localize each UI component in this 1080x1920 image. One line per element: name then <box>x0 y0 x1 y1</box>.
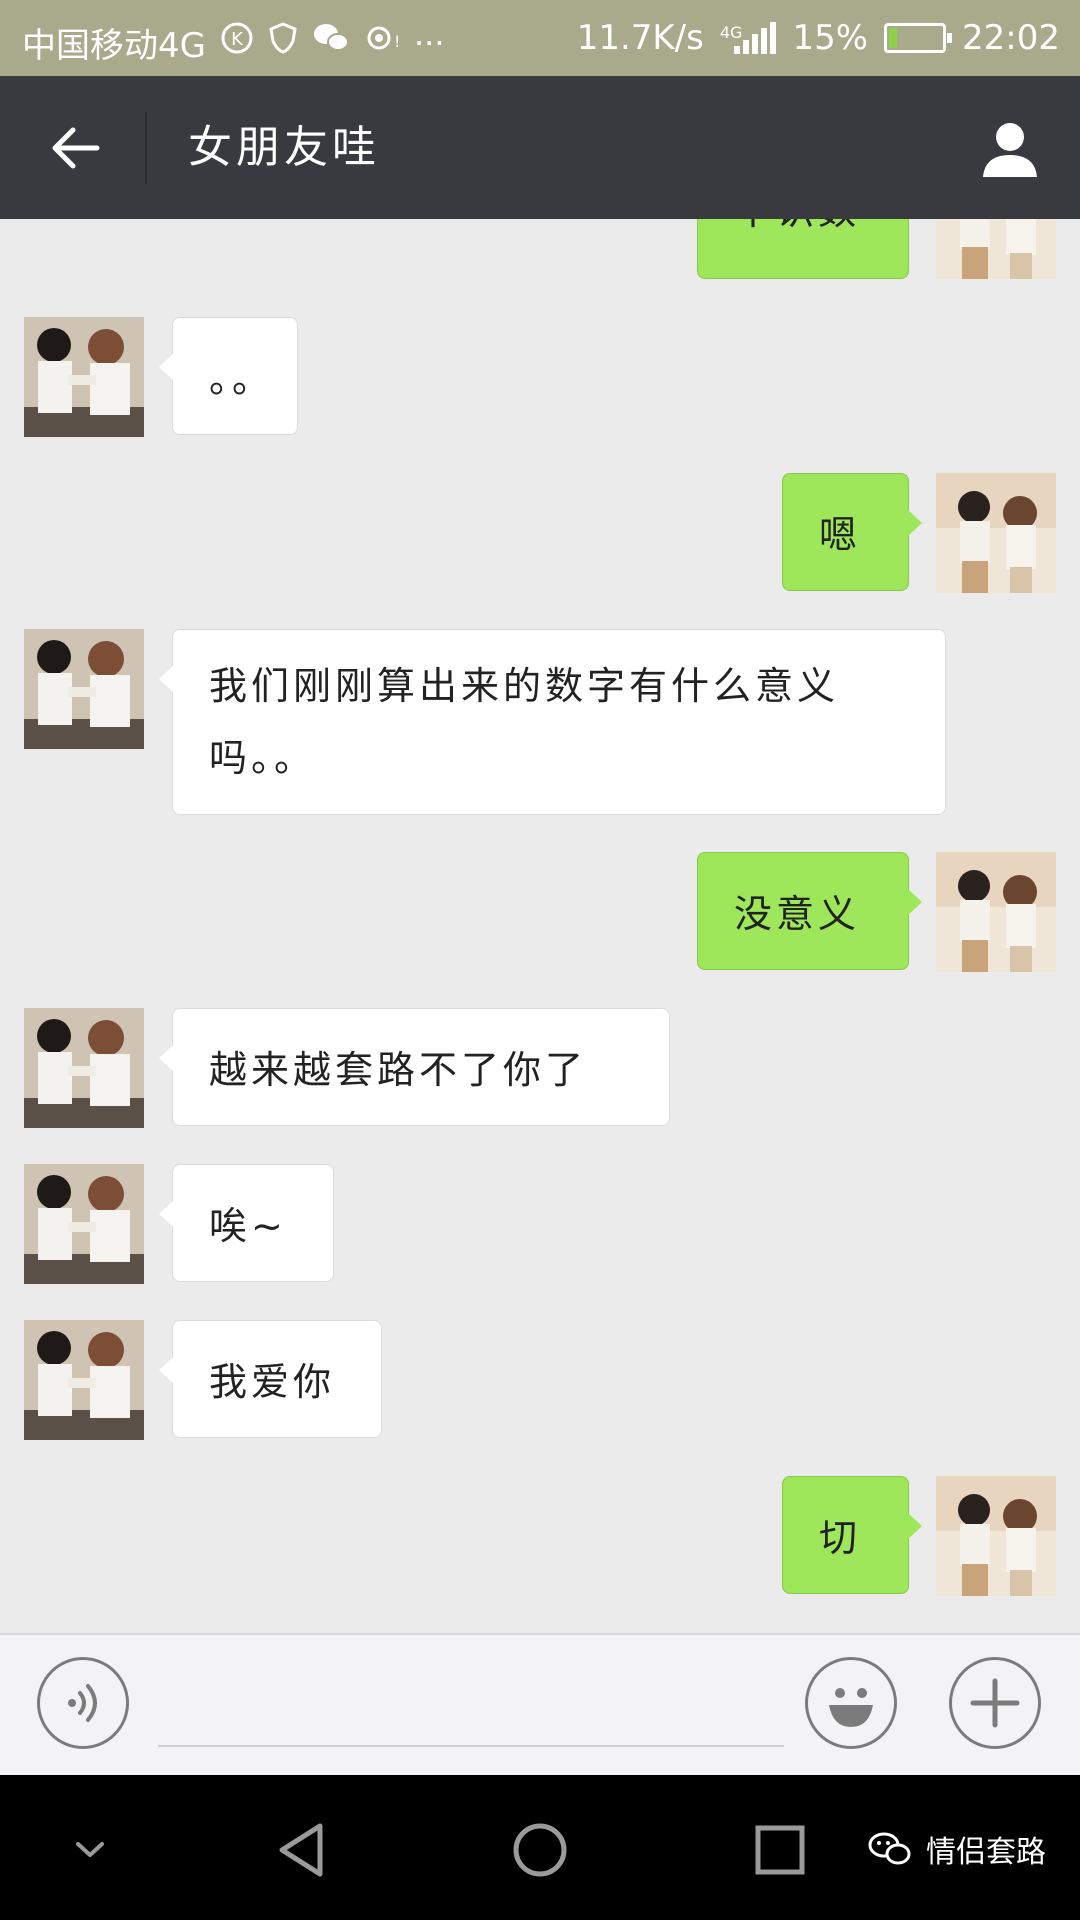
message-bubble-outgoing[interactable]: 嗯 <box>782 473 922 591</box>
message-bubble-incoming[interactable]: 。。 <box>159 317 298 435</box>
nav-home-button[interactable] <box>490 1805 590 1895</box>
chat-header: 女朋友哇 <box>0 76 1080 219</box>
avatar-me[interactable] <box>936 852 1056 972</box>
message-text: 唉~ <box>209 1204 287 1248</box>
person-icon <box>983 123 1037 177</box>
avatar-her[interactable] <box>24 1008 144 1128</box>
message-text: 我爱你 <box>209 1360 336 1404</box>
message-text: 。。 <box>209 357 275 401</box>
avatar-me[interactable] <box>936 219 1056 279</box>
watermark-text: 情侣套路 <box>926 1835 1046 1870</box>
message-input[interactable] <box>158 1665 784 1747</box>
header-divider <box>145 112 147 184</box>
message-text: 切 <box>819 1516 862 1560</box>
signal-icon: 4G <box>720 22 777 54</box>
message-bubble-outgoing[interactable]: 切 <box>782 1476 922 1594</box>
message-bubble-incoming[interactable]: 越来越套路不了你了 <box>159 1008 670 1126</box>
emoji-button[interactable] <box>805 1657 897 1749</box>
message-bubble-outgoing[interactable]: 没意义 <box>697 852 922 970</box>
voice-icon <box>68 1684 97 1722</box>
plus-icon <box>970 1678 1020 1728</box>
chat-title: 女朋友哇 <box>188 122 380 173</box>
chat-area[interactable]: 不识数 。。 嗯 我们刚刚算出来的数字有什么意义吗。。 没意义 越来越套路不了你… <box>0 219 1080 1633</box>
watermark: 情侣套路 <box>868 1827 1046 1871</box>
arrow-left-icon <box>52 127 100 169</box>
message-bubble-incoming[interactable]: 唉~ <box>159 1164 334 1282</box>
voice-button[interactable] <box>37 1657 129 1749</box>
message-text: 不识数 <box>734 219 860 233</box>
message-bubble-outgoing[interactable]: 不识数 <box>697 219 909 279</box>
nav-back-button[interactable] <box>252 1805 352 1895</box>
network-type: 4G <box>719 23 743 42</box>
input-bar <box>0 1633 1080 1777</box>
battery-charging-icon <box>884 23 953 53</box>
shield-icon <box>268 21 298 64</box>
network-speed: 11.7K/s <box>576 18 704 58</box>
avatar-her[interactable] <box>24 1164 144 1284</box>
hide-keyboard-button[interactable] <box>40 1805 140 1895</box>
wechat-icon <box>312 22 350 63</box>
avatar-me[interactable] <box>936 473 1056 593</box>
home-circle-icon <box>513 1823 567 1877</box>
system-nav-bar: 情侣套路 <box>0 1775 1080 1920</box>
profile-button[interactable] <box>970 112 1050 184</box>
clock: 22:02 <box>962 18 1060 58</box>
smiley-icon <box>829 1688 873 1727</box>
hotspot-icon: ! <box>364 21 400 64</box>
avatar-her[interactable] <box>24 317 144 437</box>
battery-percent: 15% <box>792 18 869 58</box>
more-functions-button[interactable] <box>949 1657 1041 1749</box>
message-text: 没意义 <box>734 892 861 936</box>
k-icon: K <box>220 21 254 64</box>
status-bar: 中国移动4G K ! ··· 11.7K/s 4G 15% 22:02 <box>0 0 1080 76</box>
avatar-her[interactable] <box>24 629 144 749</box>
message-text: 越来越套路不了你了 <box>209 1048 588 1092</box>
back-button[interactable] <box>30 112 120 184</box>
svg-text:K: K <box>231 29 244 50</box>
message-bubble-incoming[interactable]: 我们刚刚算出来的数字有什么意义吗。。 <box>159 629 946 815</box>
nav-recents-button[interactable] <box>730 1805 830 1895</box>
avatar-her[interactable] <box>24 1320 144 1440</box>
message-text: 嗯 <box>819 513 862 557</box>
carrier-label: 中国移动4G <box>22 26 206 66</box>
recents-square-icon <box>755 1825 805 1875</box>
back-triangle-icon <box>279 1823 323 1877</box>
message-text: 我们刚刚算出来的数字有什么意义吗。。 <box>209 664 840 780</box>
chevron-down-icon <box>76 1842 104 1857</box>
battery-level-fill <box>889 28 898 48</box>
message-bubble-incoming[interactable]: 我爱你 <box>159 1320 382 1438</box>
avatar-me[interactable] <box>936 1476 1056 1596</box>
svg-text:!: ! <box>394 32 400 51</box>
more-icon: ··· <box>413 23 445 62</box>
wechat-icon <box>868 1832 911 1865</box>
